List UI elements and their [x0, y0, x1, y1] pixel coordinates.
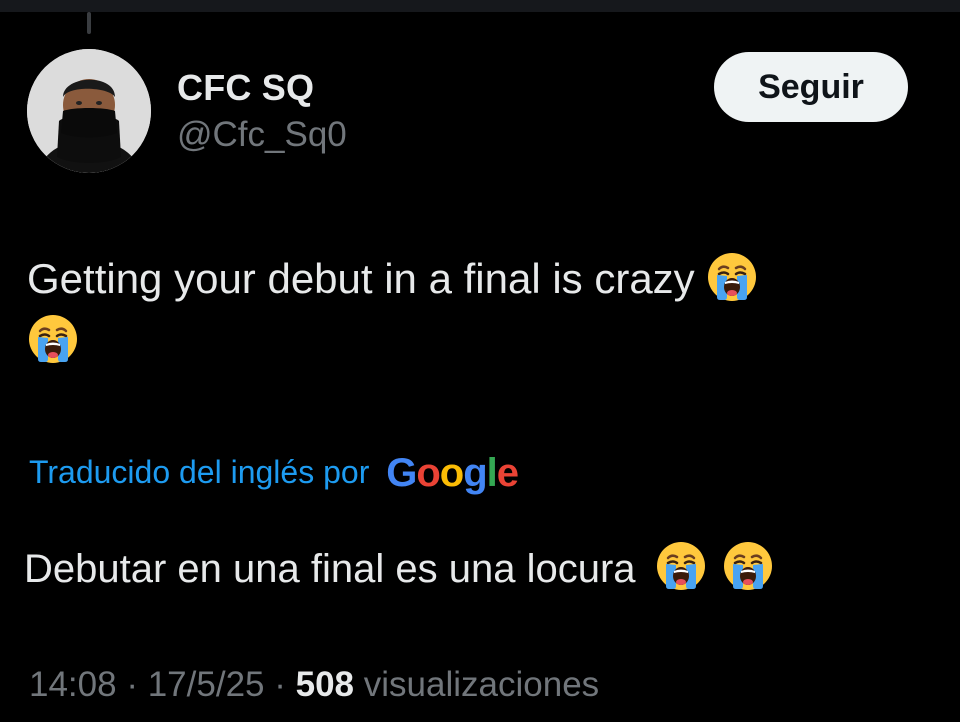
loudly-crying-face-icon [722, 540, 774, 592]
author-handle[interactable]: @Cfc_Sq0 [177, 114, 347, 156]
thread-connector-line [87, 12, 91, 34]
avatar[interactable] [27, 49, 151, 173]
meta-separator: · [274, 665, 286, 704]
author-display-name[interactable]: CFC SQ [177, 66, 314, 110]
loudly-crying-face-icon [655, 540, 707, 592]
loudly-crying-face-icon [27, 313, 79, 365]
translated-text: Debutar en una final es una locura [24, 540, 774, 597]
translation-label[interactable]: Traducido del inglés por [29, 454, 369, 490]
loudly-crying-face-icon [706, 251, 758, 303]
tweet-text-line-2 [27, 312, 907, 370]
tweet-date[interactable]: 17/5/25 [148, 665, 265, 704]
follow-button[interactable]: Seguir [714, 52, 908, 122]
top-bar [0, 0, 960, 12]
views-label[interactable]: visualizaciones [364, 665, 599, 704]
tweet-text-line: Getting your debut in a final is crazy [27, 255, 695, 302]
translation-attribution[interactable]: Traducido del inglés por Google [29, 448, 519, 496]
google-logo: Google [386, 451, 519, 495]
tweet-text: Getting your debut in a final is crazy [27, 250, 907, 308]
translated-text-content: Debutar en una final es una locura [24, 547, 636, 591]
meta-separator: · [126, 665, 138, 704]
views-count[interactable]: 508 [296, 665, 354, 704]
tweet-time[interactable]: 14:08 [29, 665, 117, 704]
tweet-metadata: 14:08 · 17/5/25 · 508 visualizaciones [29, 662, 599, 708]
